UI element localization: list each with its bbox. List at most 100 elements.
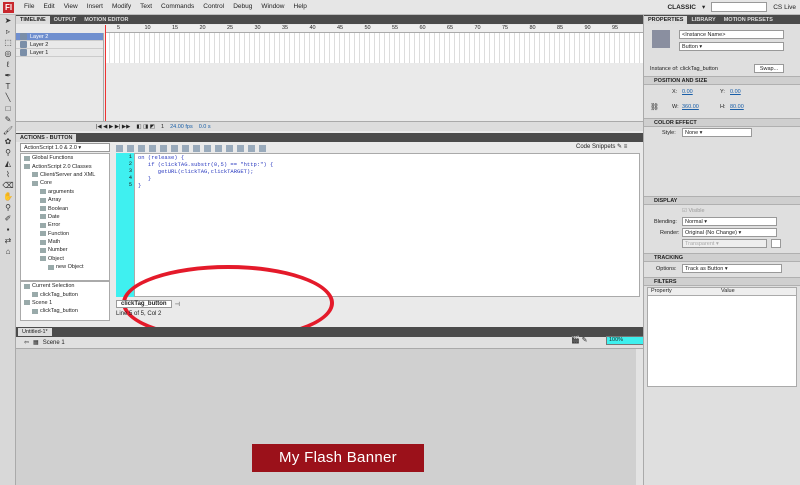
eraser-tool-icon[interactable]: ⌫ — [2, 180, 14, 191]
menu-modify[interactable]: Modify — [112, 3, 131, 10]
layer-row[interactable]: Layer 2 — [16, 33, 103, 41]
fill-color-icon[interactable]: ▪ — [2, 224, 14, 235]
lock-ratio-icon[interactable]: ⛓ — [650, 103, 659, 111]
menu-insert[interactable]: Insert — [87, 3, 103, 10]
script-tab[interactable]: clickTag_button ⊣ — [116, 299, 226, 309]
rectangle-tool-icon[interactable]: □ — [2, 103, 14, 114]
text-tool-icon[interactable]: T — [2, 81, 14, 92]
collapse-between-icon[interactable] — [193, 144, 200, 152]
tree-item[interactable]: arguments — [21, 188, 109, 196]
code-line[interactable]: if (clickTAG.substr(0,5) == "http:") { — [138, 161, 639, 168]
y-value[interactable]: 0.00 — [730, 89, 741, 95]
code-line[interactable]: } — [138, 182, 639, 189]
tree-item[interactable]: Current Selection — [21, 282, 109, 290]
menu-edit[interactable]: Edit — [43, 3, 54, 10]
menu-view[interactable]: View — [64, 3, 78, 10]
tab-timeline[interactable]: TIMELINE — [16, 16, 50, 24]
filters-section[interactable]: FILTERS — [644, 277, 800, 286]
menu-text[interactable]: Text — [140, 3, 152, 10]
layer-name[interactable]: Layer 2 — [30, 42, 48, 48]
menu-control[interactable]: Control — [203, 3, 224, 10]
tree-item[interactable]: Boolean — [21, 204, 109, 212]
eyedropper-tool-icon[interactable]: ⌇ — [2, 169, 14, 180]
add-statement-icon[interactable] — [116, 144, 123, 152]
show-hide-toolbox-icon[interactable] — [259, 144, 266, 152]
display-section[interactable]: DISPLAY — [644, 196, 800, 205]
tree-item[interactable]: clickTag_button — [21, 290, 109, 298]
bone-tool-icon[interactable]: ⚲ — [2, 147, 14, 158]
selection-tool-icon[interactable]: ➤ — [2, 15, 14, 26]
check-syntax-icon[interactable] — [149, 144, 156, 152]
brush-tool-icon[interactable]: 🖌 — [2, 125, 14, 136]
symbol-type-select[interactable]: Button ▾ — [679, 42, 784, 51]
menu-help[interactable]: Help — [294, 3, 307, 10]
frame-rate[interactable]: 24.00 fps — [170, 124, 193, 130]
edit-scene-icon[interactable]: 🎬 ✎ — [571, 336, 588, 344]
script-tab-label[interactable]: clickTag_button — [116, 300, 172, 308]
code-snippets-button[interactable]: Code Snippets ✎ ≡ — [576, 143, 627, 150]
tree-item[interactable]: Core — [21, 179, 109, 187]
layer-row[interactable]: Layer 1 — [16, 49, 103, 57]
paint-bucket-tool-icon[interactable]: ◭ — [2, 158, 14, 169]
back-arrow-icon[interactable]: ⇦ — [24, 339, 29, 346]
zoom-select[interactable]: 100% — [606, 336, 648, 345]
current-frame[interactable]: 1 — [161, 124, 164, 130]
color-effect-section[interactable]: COLOR EFFECT — [644, 118, 800, 127]
auto-format-icon[interactable] — [160, 144, 167, 152]
deco-tool-icon[interactable]: ✿ — [2, 136, 14, 147]
subselection-tool-icon[interactable]: ▹ — [2, 26, 14, 37]
pin-script-icon[interactable]: ⊣ — [175, 301, 180, 308]
tree-item[interactable]: Scene 1 — [21, 299, 109, 307]
chevron-down-icon[interactable]: ▾ — [702, 3, 705, 11]
tracking-options-select[interactable]: Track as Button ▾ — [682, 264, 782, 273]
frame-grid[interactable] — [105, 33, 643, 63]
h-value[interactable]: 80.00 — [730, 104, 744, 110]
pencil-tool-icon[interactable]: ✎ — [2, 114, 14, 125]
w-value[interactable]: 360.00 — [682, 104, 699, 110]
tree-item[interactable]: Global Functions — [21, 154, 109, 162]
apply-line-comment-icon[interactable] — [237, 144, 244, 152]
transparent-select[interactable]: Transparent ▾ — [682, 239, 767, 248]
swap-colors-icon[interactable]: ⇄ — [2, 235, 14, 246]
3d-rotation-tool-icon[interactable]: ◎ — [2, 48, 14, 59]
tree-item[interactable]: Client/Server and XML — [21, 171, 109, 179]
position-size-section[interactable]: POSITION AND SIZE — [644, 76, 800, 85]
document-tab[interactable]: Untitled-1* — [18, 328, 52, 336]
tree-item[interactable]: Error — [21, 221, 109, 229]
pen-tool-icon[interactable]: ✒ — [2, 70, 14, 81]
render-select[interactable]: Original (No Change) ▾ — [682, 228, 777, 237]
x-value[interactable]: 0.00 — [682, 89, 693, 95]
hand-tool-icon[interactable]: ✋ — [2, 191, 14, 202]
free-transform-tool-icon[interactable]: ⬚ — [2, 37, 14, 48]
tree-item[interactable]: Object — [21, 255, 109, 263]
visible-checkbox[interactable]: ☑ Visible — [682, 208, 705, 214]
blending-select[interactable]: Normal ▾ — [682, 217, 777, 226]
instance-name-input[interactable]: <Instance Name> — [679, 30, 784, 39]
swap-button[interactable]: Swap... — [754, 64, 784, 73]
line-tool-icon[interactable]: ╲ — [2, 92, 14, 103]
tab-motion-presets[interactable]: MOTION PRESETS — [720, 16, 777, 24]
frame-ruler[interactable]: 5 10 15 20 25 30 35 40 45 50 55 60 65 70 75 80 85 90 95 — [105, 25, 643, 33]
tab-motion-editor[interactable]: MOTION EDITOR — [80, 16, 132, 24]
tab-actions-button[interactable]: ACTIONS - BUTTON — [16, 134, 77, 142]
insert-target-icon[interactable] — [138, 144, 145, 152]
collapse-selection-icon[interactable] — [204, 144, 211, 152]
menu-file[interactable]: File — [24, 3, 34, 10]
code-line[interactable]: on (release) { — [138, 154, 639, 161]
expand-all-icon[interactable] — [215, 144, 222, 152]
tree-item[interactable]: new Object — [21, 263, 109, 271]
scene-name[interactable]: Scene 1 — [43, 340, 65, 346]
flash-banner[interactable]: My Flash Banner — [252, 444, 424, 472]
stage-scrollbar[interactable] — [636, 349, 643, 485]
tab-output[interactable]: OUTPUT — [50, 16, 81, 24]
code-line[interactable]: } — [138, 175, 639, 182]
apply-block-comment-icon[interactable] — [226, 144, 233, 152]
show-code-hint-icon[interactable] — [171, 144, 178, 152]
layer-name[interactable]: Layer 2 — [30, 34, 48, 40]
style-select[interactable]: None ▾ — [682, 128, 752, 137]
menu-window[interactable]: Window — [261, 3, 284, 10]
play-controls-icon[interactable]: |◀ ◀ ▶ ▶| ▶▶ — [96, 124, 130, 130]
tree-item[interactable]: Math — [21, 238, 109, 246]
layer-row[interactable]: Layer 2 — [16, 41, 103, 49]
snap-icon[interactable]: ⌂ — [2, 246, 14, 257]
